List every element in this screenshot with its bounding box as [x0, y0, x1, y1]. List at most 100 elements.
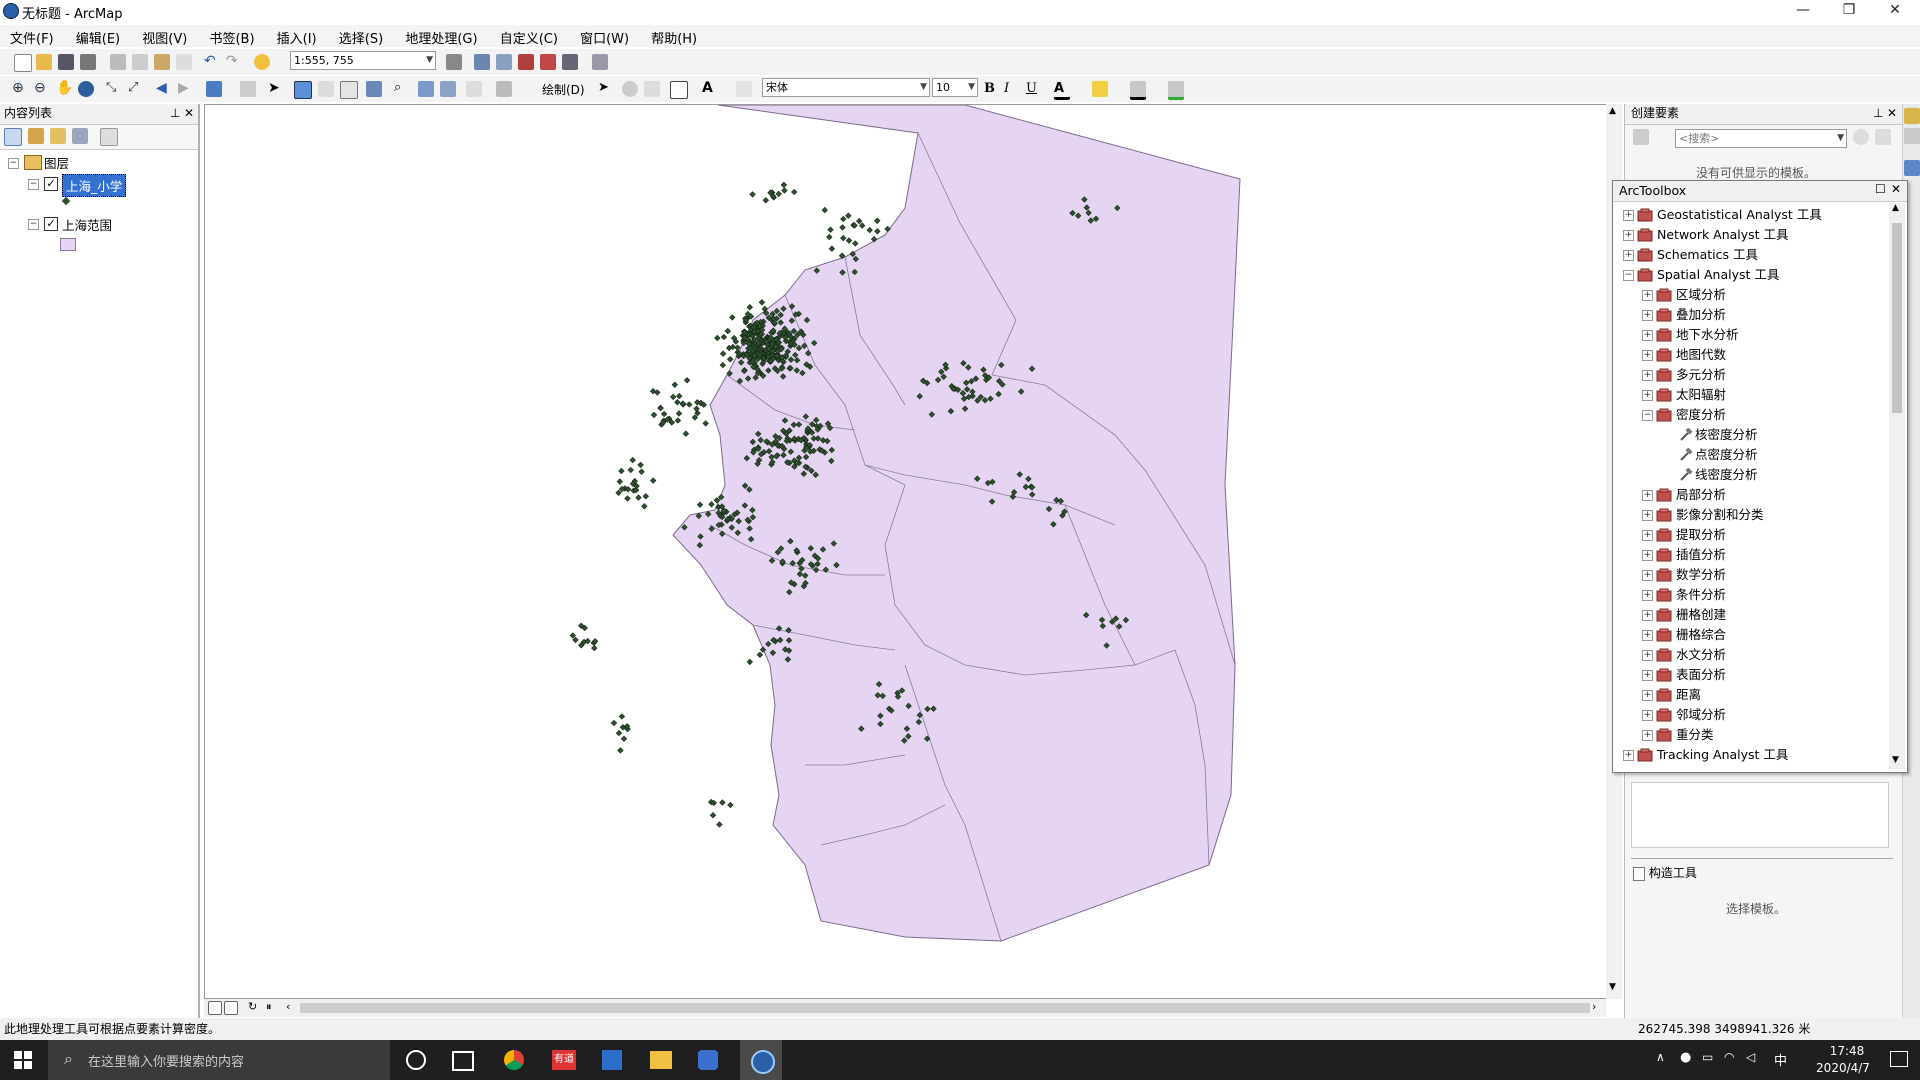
expand-icon[interactable]: + — [1623, 250, 1634, 261]
arctoolbox-item[interactable]: + 区域分析 — [1613, 285, 1889, 305]
expand-icon[interactable]: + — [1642, 510, 1653, 521]
catalog-icon[interactable] — [496, 54, 512, 70]
measure-icon[interactable] — [366, 81, 382, 97]
cortana-icon[interactable] — [406, 1050, 426, 1070]
expand-icon[interactable]: + — [1623, 230, 1634, 241]
arctoolbox-item[interactable]: + 表面分析 — [1613, 665, 1889, 685]
search-icon[interactable] — [1853, 129, 1869, 145]
font-color-icon[interactable]: A — [1054, 81, 1070, 100]
bold-button[interactable]: B — [984, 81, 1000, 97]
catalog-tab-icon[interactable] — [1904, 108, 1920, 124]
zoom-out-icon[interactable]: ⊖ — [34, 81, 50, 97]
list-by-selection-icon[interactable] — [72, 128, 88, 144]
expand-icon[interactable]: + — [1642, 590, 1653, 601]
arctoolbox-item[interactable]: + 邻域分析 — [1613, 705, 1889, 725]
arctoolbox-item[interactable]: − Spatial Analyst 工具 — [1613, 265, 1889, 285]
save-icon[interactable] — [58, 54, 74, 70]
copy-icon[interactable] — [132, 54, 148, 70]
expand-icon[interactable]: + — [1642, 310, 1653, 321]
go-to-xy-icon[interactable] — [440, 81, 456, 97]
edit-vertices-icon[interactable] — [736, 81, 752, 97]
options-icon[interactable] — [100, 128, 118, 146]
cut-icon[interactable] — [110, 54, 126, 70]
expand-icon[interactable]: + — [1642, 690, 1653, 701]
arctoolbox-icon[interactable] — [540, 54, 556, 70]
map-scale-select[interactable]: 1:555, 755 ▼ — [290, 51, 436, 70]
expand-icon[interactable]: + — [1642, 330, 1653, 341]
taskbar-search-box[interactable]: ⌕ 在这里输入你要搜索的内容 — [48, 1040, 390, 1080]
back-arrow-icon[interactable]: ◀ — [156, 81, 172, 97]
new-document-icon[interactable] — [14, 54, 32, 72]
forward-arrow-icon[interactable]: ▶ — [178, 81, 194, 97]
arctoolbox-item[interactable]: + 叠加分析 — [1613, 305, 1889, 325]
collapse-icon[interactable]: − — [28, 219, 39, 230]
fixed-zoom-out-icon[interactable]: ⤢ — [128, 81, 144, 97]
microphone-icon[interactable]: ● — [1680, 1050, 1691, 1065]
arctoolbox-item[interactable]: + Tracking Analyst 工具 — [1613, 745, 1889, 765]
menu-windows[interactable]: 窗口(W) — [570, 25, 637, 47]
task-view-icon[interactable] — [452, 1051, 474, 1071]
menu-help[interactable]: 帮助(H) — [641, 25, 705, 47]
template-search-input[interactable]: <搜索> ▼ — [1675, 129, 1847, 148]
maximize-button[interactable]: ❐ — [1826, 0, 1872, 22]
volume-icon[interactable]: ◁ — [1746, 1050, 1755, 1064]
identify-icon[interactable] — [294, 81, 312, 99]
layout-view-icon[interactable] — [224, 1001, 238, 1015]
layer-name-schools[interactable]: 上海_小学 — [62, 174, 127, 197]
expand-icon[interactable]: + — [1642, 650, 1653, 661]
arctoolbox-item[interactable]: − 密度分析 — [1613, 405, 1889, 425]
list-by-visibility-icon[interactable] — [50, 128, 66, 144]
expand-icon[interactable]: + — [1642, 350, 1653, 361]
fixed-zoom-in-icon[interactable]: ⤡ — [106, 81, 122, 97]
menu-bookmarks[interactable]: 书签(B) — [199, 25, 262, 47]
youdao-icon[interactable]: 有道 — [552, 1050, 576, 1070]
select-features-icon[interactable] — [206, 81, 222, 97]
layer-visibility-checkbox[interactable]: ✓ — [44, 177, 58, 191]
clear-search-icon[interactable] — [1875, 129, 1891, 145]
arctoolbox-item[interactable]: + 水文分析 — [1613, 645, 1889, 665]
expand-icon[interactable]: + — [1642, 370, 1653, 381]
search-tab-icon[interactable] — [1904, 128, 1920, 144]
menu-file[interactable]: 文件(F) — [0, 25, 62, 47]
arctoolbox-item[interactable]: + 数学分析 — [1613, 565, 1889, 585]
arctoolbox-item[interactable]: + 栅格综合 — [1613, 625, 1889, 645]
expand-icon[interactable]: + — [1623, 210, 1634, 221]
menu-edit[interactable]: 编辑(E) — [66, 25, 128, 47]
arctoolbox-item[interactable]: + 提取分析 — [1613, 525, 1889, 545]
draw-select-arrow-icon[interactable]: ➤ — [598, 81, 614, 97]
arctoolbox-item[interactable]: + 重分类 — [1613, 725, 1889, 745]
arctoolbox-item[interactable]: + Schematics 工具 — [1613, 245, 1889, 265]
delete-icon[interactable] — [176, 54, 192, 70]
tray-up-arrow-icon[interactable]: ∧ — [1656, 1050, 1665, 1064]
line-color-icon[interactable] — [1130, 81, 1146, 100]
time-slider-icon[interactable] — [466, 81, 482, 97]
clock-date[interactable]: 2020/4/7 — [1804, 1061, 1882, 1075]
clear-selection-icon[interactable] — [240, 81, 256, 97]
arctoolbox-item[interactable]: 核密度分析 — [1613, 425, 1889, 445]
expand-icon[interactable]: + — [1642, 530, 1653, 541]
expand-icon[interactable]: + — [1642, 630, 1653, 641]
arctoolbox-item[interactable]: + Geostatistical Analyst 工具 — [1613, 205, 1889, 225]
organize-templates-icon[interactable] — [1633, 129, 1649, 145]
close-icon[interactable]: ✕ — [184, 104, 194, 123]
layer-visibility-checkbox[interactable]: ✓ — [44, 217, 58, 231]
menu-selection[interactable]: 选择(S) — [329, 25, 391, 47]
redo-icon[interactable]: ↷ — [226, 54, 242, 70]
fill-color-icon[interactable] — [1092, 81, 1108, 97]
marker-color-icon[interactable] — [1168, 81, 1184, 100]
modelbuilder-icon[interactable] — [592, 54, 608, 70]
vs-icon[interactable] — [698, 1050, 718, 1070]
open-folder-icon[interactable] — [36, 54, 52, 70]
expand-icon[interactable]: + — [1642, 290, 1653, 301]
rectangle-icon[interactable] — [670, 81, 688, 99]
scroll-right-icon[interactable]: › — [1592, 1000, 1608, 1016]
expand-icon[interactable]: + — [1642, 390, 1653, 401]
arcmap-taskbar-item[interactable] — [740, 1040, 782, 1080]
file-explorer-icon[interactable] — [650, 1051, 672, 1069]
rotate-icon[interactable] — [622, 81, 638, 97]
arctoolbox-item[interactable]: + 太阳辐射 — [1613, 385, 1889, 405]
menu-view[interactable]: 视图(V) — [132, 25, 195, 47]
pin-icon[interactable]: ⊥ — [170, 104, 180, 123]
expand-icon[interactable]: + — [1642, 550, 1653, 561]
close-button[interactable]: ✕ — [1872, 0, 1918, 22]
